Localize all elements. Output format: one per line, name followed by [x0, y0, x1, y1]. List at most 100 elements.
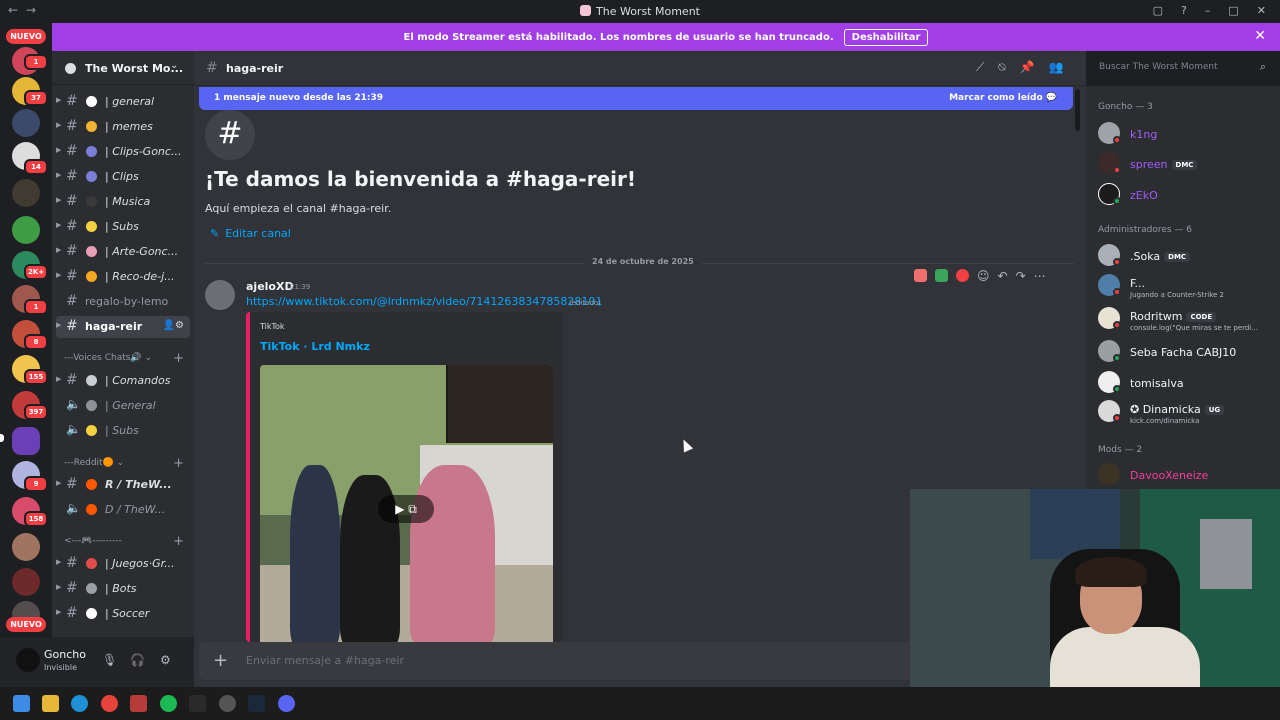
- category-voices[interactable]: ---Voices Chats🔊 ⌄ +: [64, 351, 190, 367]
- member-item[interactable]: ✪ Dinamicka UG kick.com/dinamicka: [1098, 398, 1278, 426]
- music-icon: [86, 196, 97, 207]
- member-list-icon[interactable]: 👥: [1049, 60, 1064, 75]
- member-item[interactable]: .Soka DMC: [1098, 242, 1278, 270]
- channel-reddit-d[interactable]: 🔈 D / TheW...: [56, 499, 190, 521]
- avatar[interactable]: [205, 280, 235, 310]
- channel-subs[interactable]: ▶ # | Subs: [56, 216, 190, 238]
- role-tag: DMC: [1171, 160, 1198, 170]
- chevron-down-icon[interactable]: ⌄: [170, 60, 178, 71]
- category-reddit[interactable]: ---Reddit🟠 ⌄ +: [64, 456, 190, 472]
- threads-icon[interactable]: ⟋: [976, 60, 984, 75]
- obs-icon[interactable]: [219, 695, 236, 712]
- window-controls[interactable]: ▢ ? – □ ✕: [1153, 4, 1266, 17]
- server-icon[interactable]: [12, 109, 40, 137]
- new-messages-bar[interactable]: 1 mensaje nuevo desde las 21:39 Marcar c…: [199, 87, 1073, 110]
- file-explorer-icon[interactable]: [42, 695, 59, 712]
- play-icon[interactable]: ▶ ⧉: [378, 495, 434, 523]
- server-icon[interactable]: [12, 533, 40, 561]
- inbox-icon[interactable]: ▢: [1153, 4, 1163, 17]
- heart-reaction-icon[interactable]: [956, 269, 969, 282]
- add-attachment-icon[interactable]: +: [213, 650, 228, 671]
- channel-memes[interactable]: ▶ # | memes: [56, 116, 190, 138]
- edge-icon[interactable]: [71, 695, 88, 712]
- video-thumbnail[interactable]: ▶ ⧉: [260, 365, 553, 642]
- category-games[interactable]: <---🎮--------- +: [64, 534, 190, 550]
- member-item[interactable]: zEkO: [1098, 181, 1278, 209]
- minimize-icon[interactable]: –: [1205, 4, 1211, 17]
- app-icon[interactable]: [130, 695, 147, 712]
- channel-haga-reir[interactable]: ▶ # haga-reir 👤⚙: [56, 316, 190, 338]
- member-item[interactable]: Rodritwm CODE console.log("Que miras se te…: [1098, 305, 1278, 333]
- add-channel-icon[interactable]: +: [173, 351, 184, 366]
- gear-icon[interactable]: ⚙: [160, 653, 171, 667]
- voice-channel-comandos[interactable]: ▶ # | Comandos: [56, 370, 190, 392]
- disable-streamer-button[interactable]: Deshabilitar: [843, 28, 929, 46]
- server-icon[interactable]: [12, 179, 40, 207]
- scrollbar[interactable]: [1075, 89, 1080, 131]
- siren-reaction-icon[interactable]: [914, 269, 927, 282]
- server-icon-active[interactable]: [12, 427, 40, 455]
- channel-regalo[interactable]: # regalo-by-lemon: [56, 291, 190, 313]
- member-item[interactable]: Seba Facha CABJ10: [1098, 338, 1278, 366]
- maximize-icon[interactable]: □: [1228, 4, 1238, 17]
- voice-channel-general[interactable]: 🔈 | General: [56, 395, 190, 417]
- channel-clips-goncho[interactable]: ▶ # | Clips-Gonc...: [56, 141, 190, 163]
- message-author[interactable]: ajeloXD: [246, 280, 294, 293]
- guild-header[interactable]: The Worst Mo... ⌄: [52, 51, 194, 85]
- close-banner-icon[interactable]: ✕: [1254, 28, 1266, 44]
- member-item[interactable]: k1ng: [1098, 120, 1278, 148]
- app-icon[interactable]: [189, 695, 206, 712]
- member-item[interactable]: DavooXeneize: [1098, 461, 1278, 489]
- hash-icon: #: [66, 143, 78, 159]
- add-channel-icon[interactable]: +: [173, 534, 184, 549]
- message-link[interactable]: https://www.tiktok.com/@lrdnmkz/video/71…: [246, 295, 602, 308]
- steam-icon[interactable]: [248, 695, 265, 712]
- mark-read-icon: 💬: [1045, 93, 1057, 103]
- channel-reco[interactable]: ▶ # | Reco-de-j...: [56, 266, 190, 288]
- channel-musica[interactable]: ▶ # | Musica: [56, 191, 190, 213]
- channel-arte-goncho[interactable]: ▶ # | Arte-Gonc...: [56, 241, 190, 263]
- check-reaction-icon[interactable]: [935, 269, 948, 282]
- edit-channel-link[interactable]: ✎ Editar canal: [210, 227, 291, 240]
- headphones-icon[interactable]: 🎧: [130, 653, 145, 667]
- channel-reddit-r[interactable]: ▶ # R / TheW...: [56, 474, 190, 496]
- embed-title[interactable]: TikTok · Lrd Nmkz: [260, 340, 370, 353]
- help-icon[interactable]: ?: [1181, 4, 1187, 17]
- mute-bell-icon[interactable]: ⍉: [998, 60, 1005, 75]
- search-input[interactable]: Buscar The Worst Moment ⌕: [1094, 57, 1272, 79]
- channel-bots[interactable]: ▶ # | Bots: [56, 578, 190, 600]
- spotify-icon[interactable]: [160, 695, 177, 712]
- discord-icon[interactable]: [278, 695, 295, 712]
- forward-icon[interactable]: ↷: [1016, 269, 1026, 283]
- mark-read-button[interactable]: Marcar como leído 💬: [949, 93, 1057, 103]
- windows-start-icon[interactable]: [13, 695, 30, 712]
- streamer-overlay: [446, 365, 553, 443]
- wrench-icon: [86, 583, 97, 594]
- channel-header: # haga-reir ⟋ ⍉ 📌 👥: [194, 51, 1086, 86]
- composer-input[interactable]: Enviar mensaje a #haga-reir: [246, 654, 404, 667]
- microphone-icon[interactable]: 🎙: [102, 653, 117, 667]
- more-options-icon[interactable]: ⋯: [1034, 269, 1046, 283]
- channel-juegos[interactable]: ▶ # | Juegos·Gr...: [56, 553, 190, 575]
- role-tag: UG: [1204, 405, 1225, 415]
- channel-soccer[interactable]: ▶ # | Soccer: [56, 603, 190, 625]
- avatar[interactable]: [16, 648, 40, 672]
- chrome-icon[interactable]: [101, 695, 118, 712]
- hash-icon: #: [66, 580, 78, 596]
- member-item[interactable]: F... Jugando a Counter-Strike 2: [1098, 272, 1278, 300]
- add-channel-icon[interactable]: +: [173, 456, 184, 471]
- server-icon[interactable]: [12, 216, 40, 244]
- reply-icon[interactable]: ↶: [998, 269, 1008, 283]
- close-window-icon[interactable]: ✕: [1257, 4, 1266, 17]
- member-item[interactable]: tomisalva: [1098, 369, 1278, 397]
- member-item[interactable]: spreen DMC: [1098, 150, 1278, 178]
- add-reaction-icon[interactable]: ☺: [977, 269, 990, 283]
- channel-general[interactable]: ▶ # | general: [56, 91, 190, 113]
- status-online-icon: [1113, 197, 1121, 205]
- reddit-icon: [86, 479, 97, 490]
- server-icon[interactable]: [12, 568, 40, 596]
- voice-channel-subs[interactable]: 🔈 | Subs: [56, 420, 190, 442]
- channel-clips[interactable]: ▶ # | Clips: [56, 166, 190, 188]
- invite-settings-icons[interactable]: 👤⚙: [163, 320, 184, 331]
- pin-icon[interactable]: 📌: [1020, 60, 1035, 75]
